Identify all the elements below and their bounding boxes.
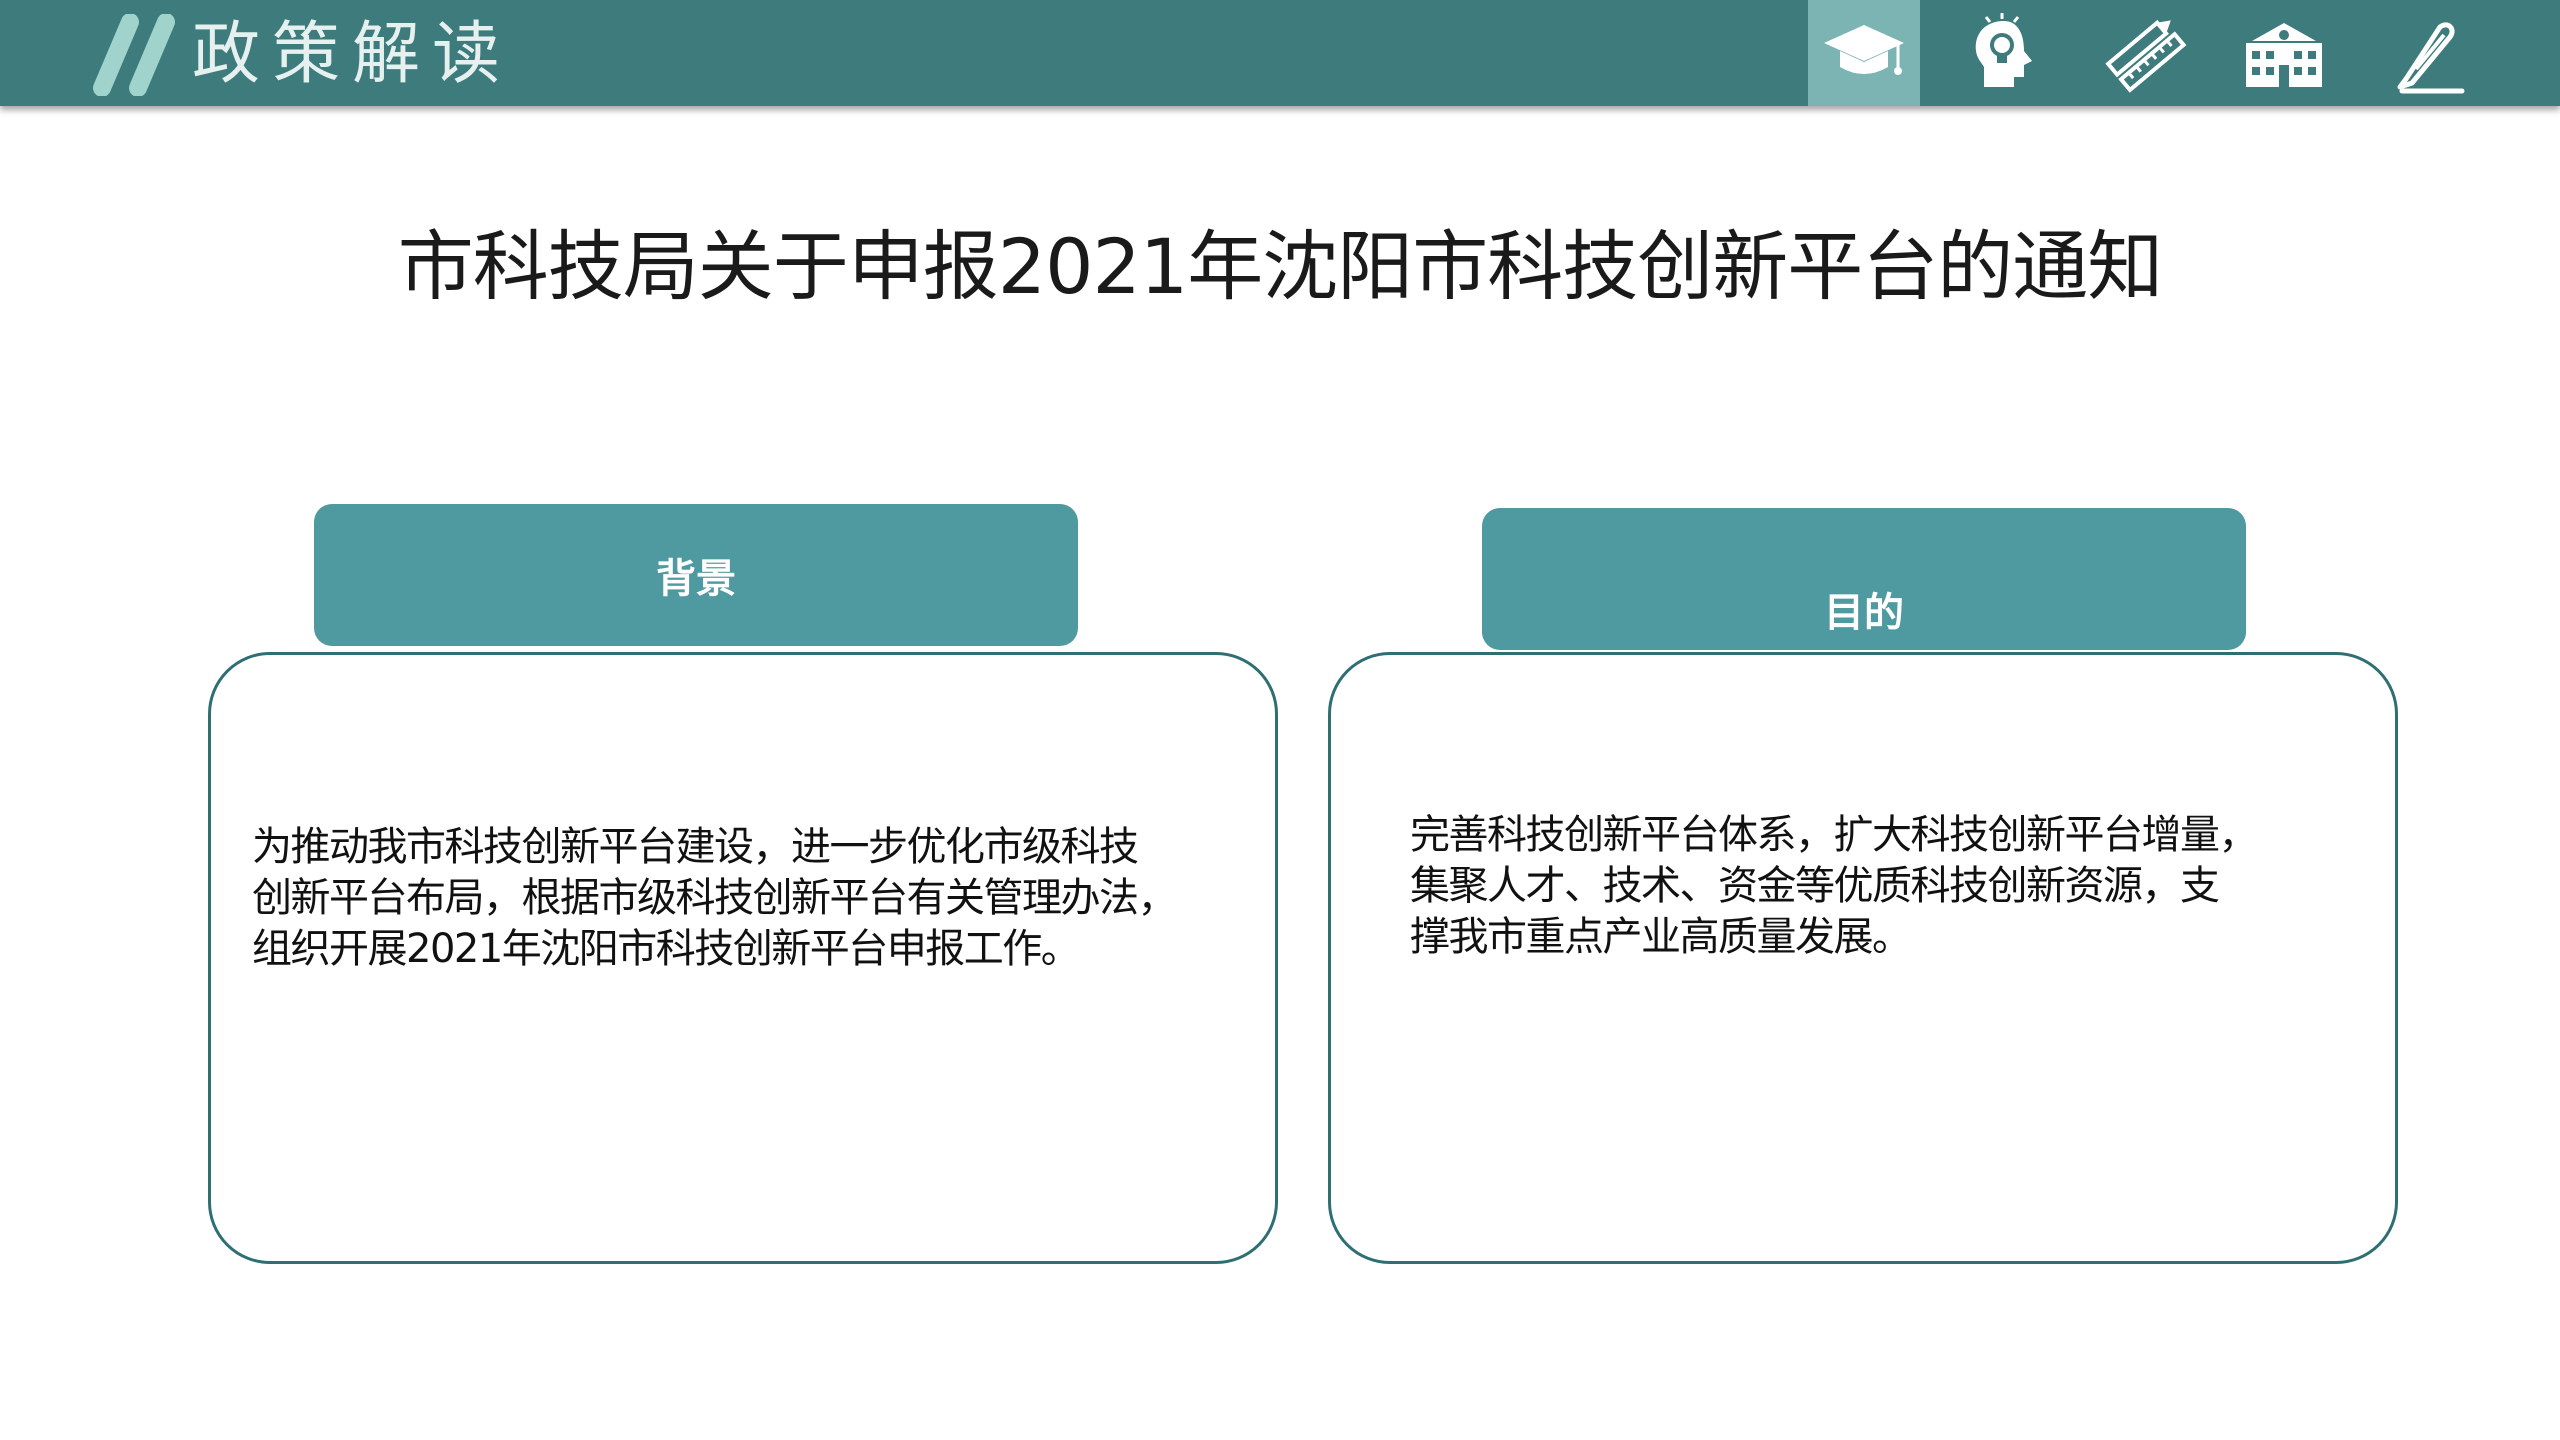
card-background-text: 为推动我市科技创新平台建设，进一步优化市级科技 创新平台布局，根据市级科技创新平… bbox=[252, 822, 1262, 975]
card-background-line: 为推动我市科技创新平台建设，进一步优化市级科技 bbox=[252, 824, 1139, 870]
nav-graduation[interactable] bbox=[1808, 0, 1920, 106]
nav-notes[interactable] bbox=[2368, 0, 2480, 106]
nav-tools[interactable] bbox=[2090, 0, 2202, 106]
card-purpose-label: 目的 bbox=[1824, 590, 1904, 636]
pencil-ruler-icon bbox=[2105, 19, 2187, 93]
nav-school[interactable] bbox=[2228, 0, 2340, 106]
section-title: 政策解读 bbox=[192, 15, 513, 94]
head-lightbulb-icon bbox=[1975, 13, 2032, 87]
page-title: 市科技局关于申报2021年沈阳市科技创新平台的通知 bbox=[397, 222, 2163, 311]
top-nav bbox=[1808, 0, 2560, 106]
card-purpose-line: 完善科技创新平台体系，扩大科技创新平台增量， bbox=[1410, 812, 2259, 858]
card-background-line: 创新平台布局，根据市级科技创新平台有关管理办法， bbox=[252, 875, 1178, 921]
school-building-icon bbox=[2246, 23, 2322, 87]
card-purpose-tab: 目的 bbox=[1482, 508, 2246, 650]
card-background-line: 组织开展2021年沈阳市科技创新平台申报工作。 bbox=[252, 926, 1081, 972]
card-background-tab: 背景 bbox=[314, 504, 1078, 646]
card-purpose-text: 完善科技创新平台体系，扩大科技创新平台增量， 集聚人才、技术、资金等优质科技创新… bbox=[1410, 810, 2370, 963]
header-bar: 政策解读 bbox=[0, 0, 2560, 106]
card-purpose-line: 撑我市重点产业高质量发展。 bbox=[1410, 914, 1912, 960]
nav-idea[interactable] bbox=[1950, 0, 2062, 106]
paperclip-pencil-icon bbox=[2397, 22, 2465, 94]
double-slash-logo-icon bbox=[93, 14, 175, 96]
graduation-cap-icon bbox=[1824, 25, 1904, 75]
card-purpose-line: 集聚人才、技术、资金等优质科技创新资源，支 bbox=[1410, 863, 2220, 909]
card-background-label: 背景 bbox=[656, 556, 736, 602]
